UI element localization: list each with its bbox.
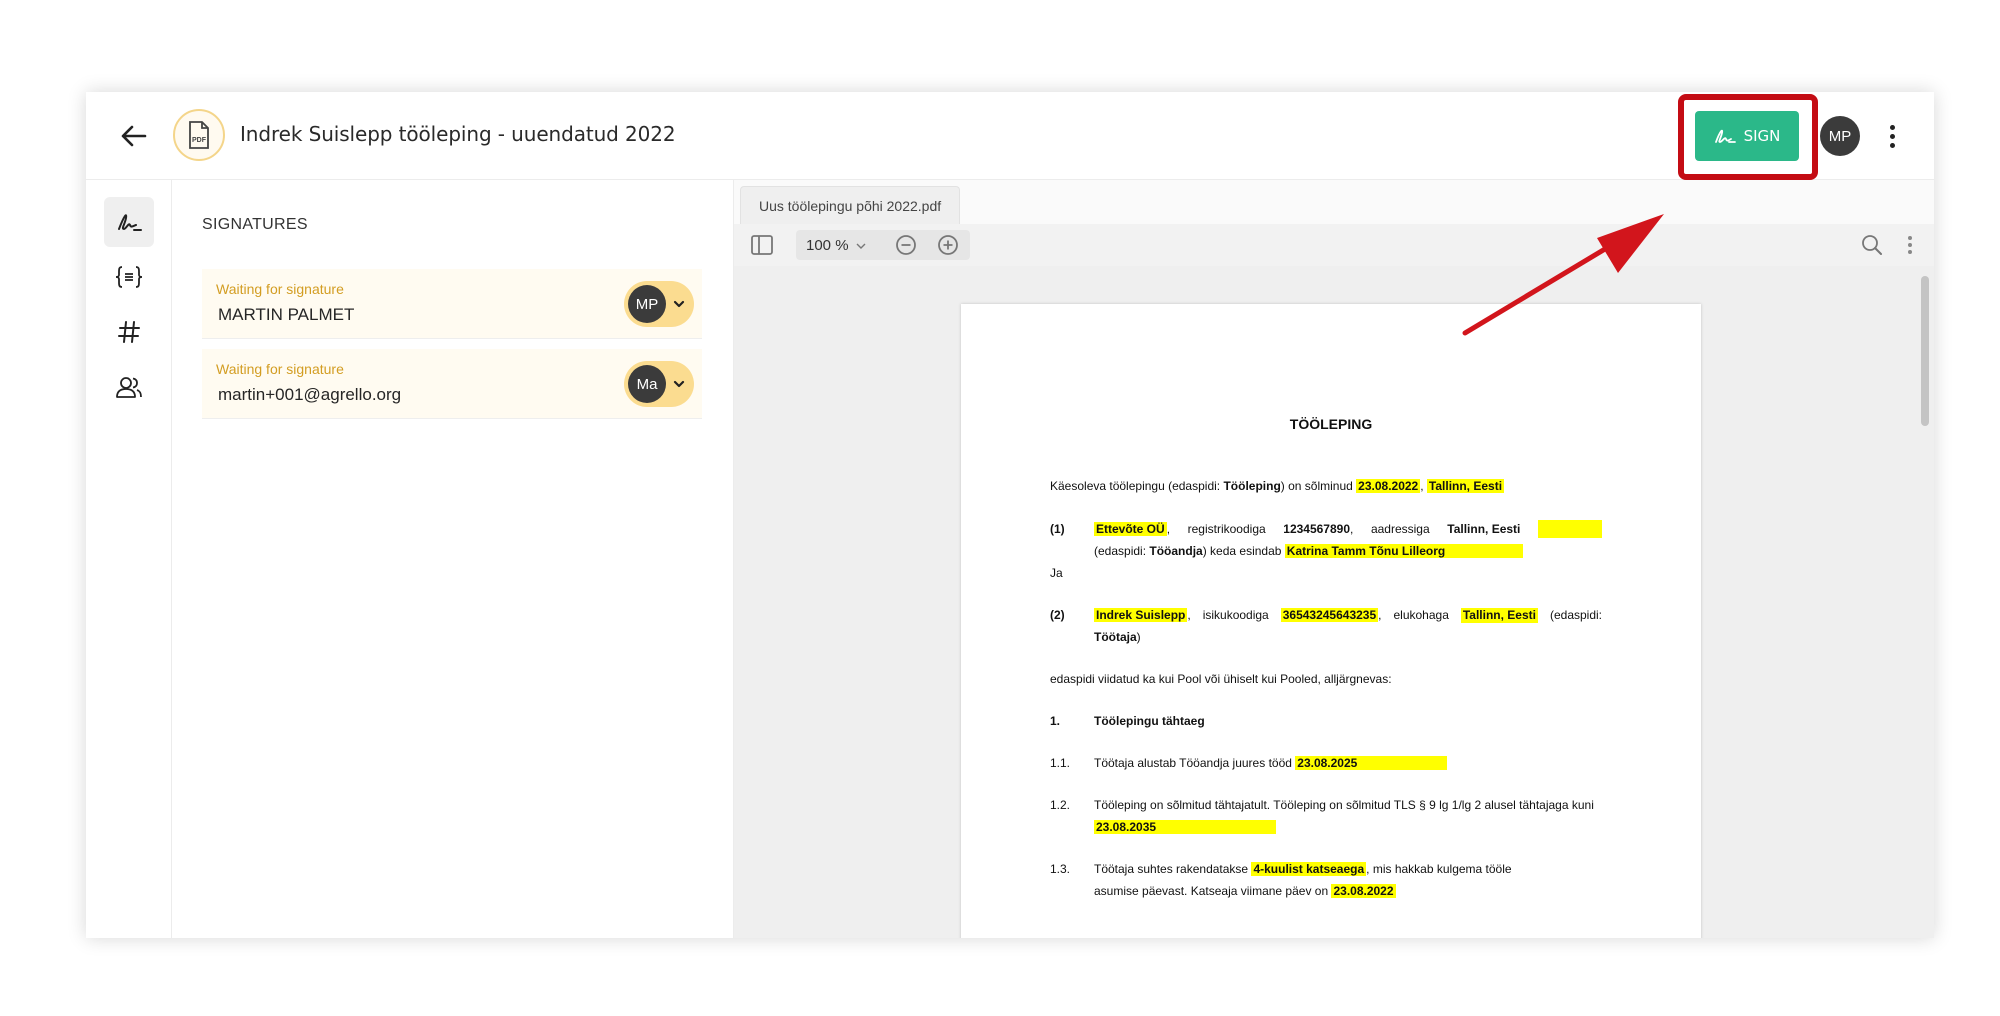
app-window: PDF Indrek Suislepp tööleping - uuendatu…: [86, 92, 1934, 938]
chevron-down-icon: [673, 300, 685, 308]
clause-number: 1.3.: [1050, 862, 1071, 876]
signer-menu-button[interactable]: Ma: [624, 361, 694, 407]
contract-ja: Ja: [1050, 566, 1063, 580]
dot-icon: [1889, 124, 1895, 130]
search-button[interactable]: [1858, 231, 1886, 259]
variables-icon: [115, 266, 143, 288]
pdf-page: TÖÖLEPING Käesoleva töölepingu (edaspidi…: [961, 304, 1701, 938]
party-1-line-2: (edaspidi: Tööandja) keda esindab Katrin…: [1094, 544, 1524, 559]
chevron-down-icon: [856, 243, 866, 250]
signatures-panel: SIGNATURES Waiting for signature MARTIN …: [172, 180, 734, 938]
signer-avatar: Ma: [628, 365, 666, 403]
zoom-in-icon: [938, 235, 958, 255]
signature-icon: [1714, 129, 1736, 143]
rail-fields[interactable]: [104, 307, 154, 357]
dot-icon: [1889, 142, 1895, 148]
more-vertical-icon: [1908, 236, 1912, 254]
clause-number: 1.1.: [1050, 756, 1071, 770]
zoom-select[interactable]: 100 %: [806, 237, 866, 254]
zoom-out-icon: [896, 235, 916, 255]
top-bar: PDF Indrek Suislepp tööleping - uuendatu…: [86, 92, 1934, 180]
clause-1-3-line-2: asumise päevast. Katseaja viimane päev o…: [1094, 884, 1396, 898]
zoom-out-button[interactable]: [892, 231, 920, 259]
section-number: 1.: [1050, 714, 1061, 728]
signer-card[interactable]: Waiting for signature MARTIN PALMET MP: [202, 269, 702, 339]
search-icon: [1862, 235, 1882, 255]
party-number: (1): [1050, 522, 1065, 536]
signature-icon: [118, 214, 142, 231]
rail-participants[interactable]: [104, 362, 154, 412]
party-number: (2): [1050, 608, 1065, 622]
zoom-value: 100 %: [806, 237, 849, 254]
signer-menu-button[interactable]: MP: [624, 281, 694, 327]
rail-signatures[interactable]: [104, 197, 154, 247]
pdf-badge-label: PDF: [192, 137, 207, 144]
signer-status: Waiting for signature: [216, 281, 344, 297]
signer-card[interactable]: Waiting for signature martin+001@agrello…: [202, 349, 702, 419]
party-1-line-1: Ettevõte OÜ, registrikoodiga 1234567890, aa…: [1094, 520, 1602, 540]
sidebar-toggle-button[interactable]: [748, 231, 776, 259]
viewer-more-button[interactable]: [1896, 231, 1924, 259]
zoom-control: 100 %: [796, 230, 970, 260]
section-title: Töölepingu tähtaeg: [1094, 714, 1205, 728]
left-rail: [86, 180, 172, 938]
signer-status: Waiting for signature: [216, 361, 344, 377]
clause-1-1: Töötaja alustab Tööandja juures tööd 23.…: [1094, 756, 1448, 771]
pdf-file-icon: PDF: [173, 109, 225, 161]
sign-button-label: SIGN: [1743, 127, 1781, 145]
chevron-down-icon: [673, 380, 685, 388]
back-button[interactable]: [114, 116, 154, 156]
dot-icon: [1889, 133, 1895, 139]
file-tab-strip: Uus töölepingu põhi 2022.pdf: [734, 180, 1934, 224]
user-avatar[interactable]: MP: [1820, 116, 1860, 156]
signer-name: martin+001@agrello.org: [218, 385, 402, 404]
pdf-toolbar: 100 %: [734, 224, 1934, 266]
pdf-viewer: Uus töölepingu põhi 2022.pdf 100 % TÖÖLE…: [734, 180, 1934, 938]
users-icon: [116, 377, 142, 398]
signer-avatar: MP: [628, 285, 666, 323]
clause-number: 1.2.: [1050, 798, 1071, 812]
document-title: Indrek Suislepp tööleping - uuendatud 20…: [240, 122, 676, 146]
clause-1-2: Tööleping on sõlmitud tähtajatult. Tööle…: [1094, 798, 1594, 812]
sign-button[interactable]: SIGN: [1695, 111, 1799, 161]
more-options-button[interactable]: [1882, 120, 1902, 152]
party-2-line-2: Töötaja): [1094, 630, 1141, 644]
arrow-left-icon: [121, 125, 147, 147]
zoom-in-button[interactable]: [934, 231, 962, 259]
rail-variables[interactable]: [104, 252, 154, 302]
parties-definition: edaspidi viidatud ka kui Pool või ühisel…: [1050, 672, 1392, 686]
signatures-heading: SIGNATURES: [202, 216, 308, 233]
hash-icon: [118, 321, 140, 343]
party-2-line-1: Indrek Suislepp, isikukoodiga 365432456432…: [1094, 608, 1602, 623]
clause-1-2-date: 23.08.2035: [1094, 820, 1277, 835]
signer-name: MARTIN PALMET: [218, 305, 355, 324]
contract-title: TÖÖLEPING: [1289, 416, 1373, 432]
contract-intro: Käesoleva töölepingu (edaspidi: Töölepin…: [1050, 479, 1505, 493]
sidebar-toggle-icon: [751, 235, 773, 255]
file-tab[interactable]: Uus töölepingu põhi 2022.pdf: [740, 186, 961, 224]
clause-1-3: Töötaja suhtes rakendatakse 4-kuulist ka…: [1094, 862, 1512, 876]
scrollbar-thumb[interactable]: [1921, 276, 1929, 426]
